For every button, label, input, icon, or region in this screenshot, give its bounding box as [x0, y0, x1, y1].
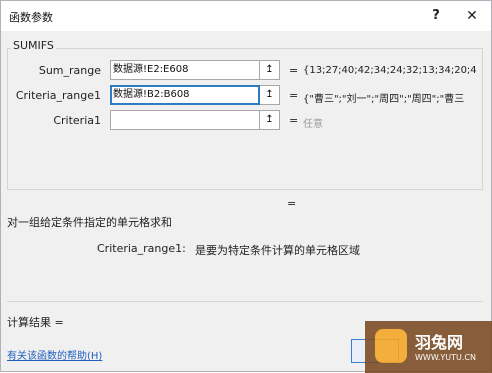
watermark: 羽兔网 WWW.YUTU.CN — [365, 321, 492, 373]
argument-help-text: 是要为特定条件计算的单元格区域 — [195, 244, 360, 257]
sum-range-label: Sum_range — [38, 64, 101, 77]
criteria-range1-input[interactable]: 数据源!B2:B608 — [110, 85, 260, 105]
help-button[interactable]: ? — [425, 7, 447, 25]
watermark-logo-icon — [375, 329, 407, 363]
criteria1-result: 任意 — [303, 119, 323, 130]
watermark-title: 羽兔网 — [415, 333, 464, 352]
sum-range-input[interactable]: 数据源!E2:E608 — [110, 60, 260, 80]
calculation-result-label: 计算结果 = — [7, 316, 64, 329]
sum-range-result: {13;27;40;42;34;24;32;13;34;20;4 — [303, 65, 477, 76]
criteria1-label: Criteria1 — [53, 114, 101, 127]
close-button[interactable]: ✕ — [461, 7, 483, 25]
function-arguments-dialog: 函数参数 ? ✕ SUMIFS Sum_range 数据源!E2:E608 ↥ … — [0, 0, 492, 373]
function-help-link[interactable]: 有关该函数的帮助(H) — [7, 347, 102, 362]
sum-range-collapse-icon[interactable]: ↥ — [260, 60, 280, 80]
criteria-range1-equals: = — [289, 89, 299, 102]
function-name-label: SUMIFS — [11, 39, 56, 52]
formula-result-equals: = — [287, 197, 297, 210]
dialog-title: 函数参数 — [9, 11, 53, 24]
divider — [7, 301, 483, 302]
sum-range-equals: = — [289, 64, 299, 77]
criteria-range1-label: Criteria_range1 — [15, 89, 101, 102]
criteria1-collapse-icon[interactable]: ↥ — [260, 110, 280, 130]
criteria1-equals: = — [289, 114, 299, 127]
criteria1-input[interactable] — [110, 110, 260, 130]
argument-help-name: Criteria_range1: — [97, 242, 186, 255]
watermark-url: WWW.YUTU.CN — [415, 353, 476, 362]
criteria-range1-collapse-icon[interactable]: ↥ — [260, 85, 280, 105]
title-bar: 函数参数 ? ✕ — [1, 1, 491, 31]
criteria-range1-result: {"曹三";"刘一";"周四";"周四";"曹三 — [303, 94, 465, 105]
function-description: 对一组给定条件指定的单元格求和 — [7, 216, 172, 229]
